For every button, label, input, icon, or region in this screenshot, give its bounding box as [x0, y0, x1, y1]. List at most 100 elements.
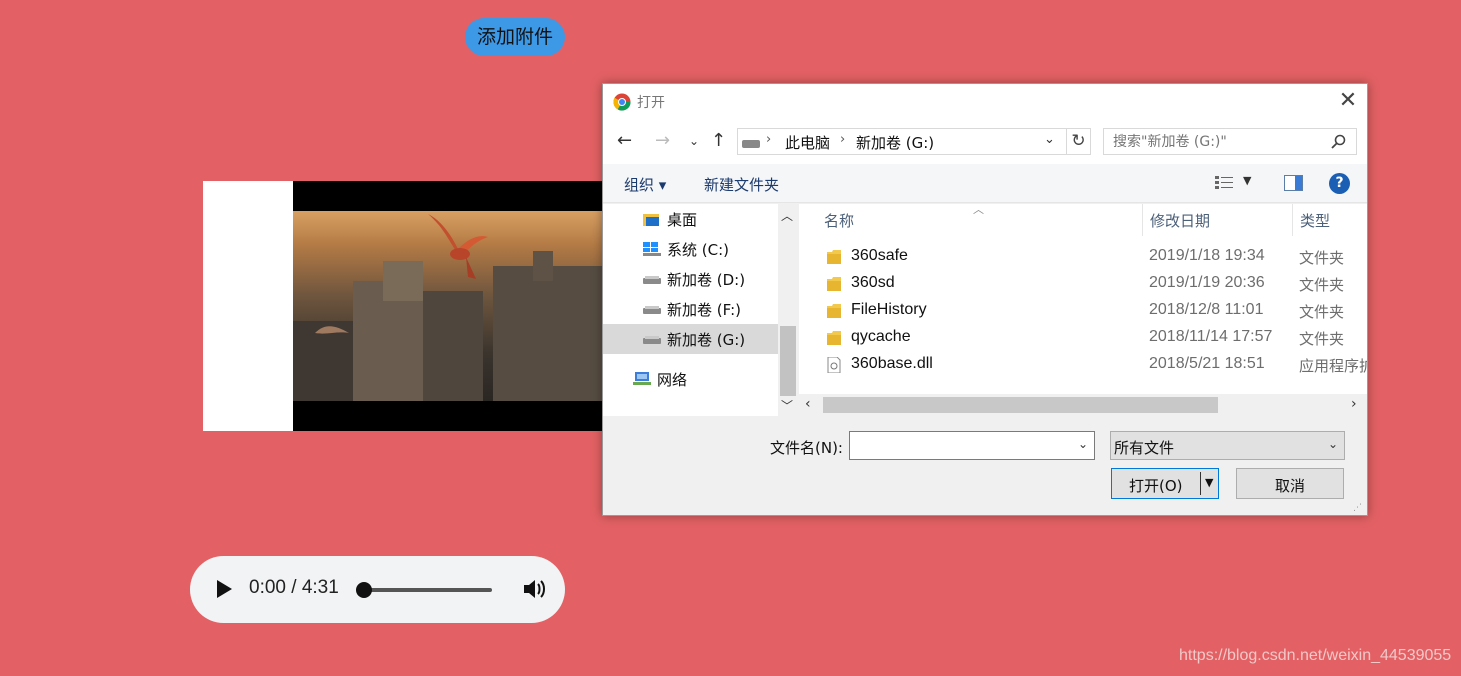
filename-dropdown-icon[interactable]: ⌄: [1078, 437, 1088, 451]
file-row[interactable]: 360sd 2019/1/19 20:36 文件夹: [799, 271, 1367, 298]
search-input[interactable]: [1103, 128, 1357, 155]
chrome-icon: [613, 93, 631, 111]
nav-item-drive-c[interactable]: 系统 (C:): [603, 234, 778, 264]
file-name: FileHistory: [851, 301, 927, 318]
file-row[interactable]: 360base.dll 2018/5/21 18:51 应用程序扩: [799, 352, 1367, 379]
nav-pane-scrollbar[interactable]: ︿ ﹀: [778, 204, 798, 416]
scroll-down-icon[interactable]: ﹀: [781, 397, 793, 414]
file-type: 文件夹: [1299, 276, 1345, 294]
recent-locations-chevron-icon[interactable]: ⌄: [689, 134, 699, 148]
file-row[interactable]: qycache 2018/11/14 17:57 文件夹: [799, 325, 1367, 352]
nav-item-label: 桌面: [667, 211, 698, 229]
help-icon[interactable]: ?: [1329, 173, 1350, 194]
dialog-title: 打开: [637, 95, 665, 111]
audio-progress-thumb[interactable]: [356, 582, 372, 598]
file-name: 360safe: [851, 247, 908, 264]
open-options-dropdown-icon[interactable]: ▼: [1205, 476, 1213, 489]
video-container: [203, 181, 603, 431]
file-open-dialog: 打开 ✕ ← → ⌄ ↑ › 此电脑 › 新加卷 (G:) ⌄ ↻ 组织 ▾ 新…: [602, 83, 1368, 516]
nav-item-label: 系统 (C:): [667, 241, 729, 259]
organize-button[interactable]: 组织 ▾: [624, 174, 666, 195]
file-modified: 2018/12/8 11:01: [1149, 301, 1264, 318]
drive-icon: [643, 276, 661, 284]
audio-player: 0:00 / 4:31: [190, 556, 565, 623]
open-button-label: 打开(O): [1129, 477, 1183, 495]
file-list: ︿ 名称 修改日期 类型 360safe 2019/1/18 19:34 文件夹…: [799, 204, 1367, 394]
filetype-select[interactable]: 所有文件 ⌄: [1110, 431, 1345, 460]
file-list-hscrollbar[interactable]: ‹ ›: [799, 394, 1367, 416]
audio-time: 0:00 / 4:31: [249, 577, 339, 598]
address-bar[interactable]: › 此电脑 › 新加卷 (G:) ⌄: [737, 128, 1067, 155]
resize-grip-icon[interactable]: ⋰: [1353, 503, 1362, 513]
column-header-name[interactable]: 名称: [824, 210, 854, 231]
add-attachment-button[interactable]: 添加附件: [465, 18, 565, 56]
view-dropdown-icon[interactable]: ▼: [1243, 174, 1251, 187]
sort-ascending-icon: ︿: [973, 204, 984, 216]
file-row[interactable]: FileHistory 2018/12/8 11:01 文件夹: [799, 298, 1367, 325]
breadcrumb-this-pc[interactable]: 此电脑: [785, 132, 830, 153]
scroll-right-icon[interactable]: ›: [1351, 396, 1357, 412]
bird-figure: [428, 214, 488, 279]
cancel-button[interactable]: 取消: [1236, 468, 1344, 499]
nav-item-drive-f[interactable]: 新加卷 (F:): [603, 294, 778, 324]
volume-icon[interactable]: [521, 576, 547, 602]
back-arrow-icon[interactable]: ←: [617, 130, 632, 151]
up-arrow-icon[interactable]: ↑: [711, 130, 726, 151]
navigation-pane: 桌面 系统 (C:) 新加卷 (D:) 新加卷 (F:) 新加卷 (G:) 网络: [603, 204, 778, 416]
chevron-down-icon: ⌄: [1327, 437, 1338, 451]
nav-item-desktop[interactable]: 桌面: [603, 204, 778, 234]
address-dropdown-icon[interactable]: ⌄: [1044, 132, 1055, 147]
breadcrumb-chevron-icon[interactable]: ›: [766, 132, 771, 147]
breadcrumb-drive-g[interactable]: 新加卷 (G:): [856, 132, 934, 153]
file-name: 360sd: [851, 274, 895, 291]
drive-icon: [742, 140, 760, 148]
scrollbar-thumb[interactable]: [780, 326, 796, 396]
scrollbar-thumb[interactable]: [823, 397, 1218, 413]
drive-icon: [643, 336, 661, 344]
folder-icon: [827, 277, 841, 291]
nav-item-label: 新加卷 (F:): [667, 301, 741, 319]
file-name: qycache: [851, 328, 911, 345]
search-icon[interactable]: [1330, 134, 1346, 150]
nav-item-drive-d[interactable]: 新加卷 (D:): [603, 264, 778, 294]
drive-icon: [643, 306, 661, 314]
file-type: 文件夹: [1299, 303, 1345, 321]
dialog-titlebar: 打开 ✕: [603, 84, 1367, 120]
filename-field[interactable]: ⌄: [849, 431, 1095, 460]
file-modified: 2019/1/18 19:34: [1149, 247, 1265, 264]
file-type: 应用程序扩: [1299, 357, 1367, 375]
video-player[interactable]: [293, 181, 603, 431]
audio-progress-track[interactable]: [362, 588, 492, 592]
nav-item-label: 网络: [657, 371, 688, 389]
view-options-icon[interactable]: [1215, 175, 1233, 191]
column-header-type[interactable]: 类型: [1300, 210, 1330, 231]
nav-item-drive-g[interactable]: 新加卷 (G:): [603, 324, 778, 354]
file-modified: 2018/5/21 18:51: [1149, 355, 1265, 372]
folder-icon: [827, 304, 841, 318]
scroll-left-icon[interactable]: ‹: [805, 396, 811, 412]
preview-pane-icon[interactable]: [1284, 175, 1303, 191]
scroll-up-icon[interactable]: ︿: [781, 207, 793, 224]
close-icon[interactable]: ✕: [1338, 90, 1358, 112]
file-name: 360base.dll: [851, 355, 933, 372]
file-row[interactable]: 360safe 2019/1/18 19:34 文件夹: [799, 244, 1367, 271]
forward-arrow-icon[interactable]: →: [655, 130, 670, 151]
file-type: 文件夹: [1299, 330, 1345, 348]
play-icon[interactable]: [217, 580, 232, 598]
breadcrumb-chevron-icon[interactable]: ›: [840, 132, 845, 147]
nav-item-label: 新加卷 (D:): [667, 271, 746, 289]
refresh-icon[interactable]: ↻: [1067, 128, 1091, 155]
column-header-modified[interactable]: 修改日期: [1150, 210, 1210, 231]
folder-icon: [827, 250, 841, 264]
file-modified: 2018/11/14 17:57: [1149, 328, 1273, 345]
open-button[interactable]: 打开(O) ▼: [1111, 468, 1219, 499]
network-icon: [633, 372, 651, 385]
video-frame: [293, 211, 603, 401]
dialog-navbar: ← → ⌄ ↑ › 此电脑 › 新加卷 (G:) ⌄ ↻: [603, 120, 1367, 164]
dll-file-icon: [827, 357, 841, 373]
nav-item-network[interactable]: 网络: [603, 364, 778, 394]
cancel-button-label: 取消: [1275, 477, 1306, 495]
new-folder-button[interactable]: 新建文件夹: [704, 174, 779, 195]
dialog-toolbar: 组织 ▾ 新建文件夹 ▼ ?: [603, 164, 1367, 203]
file-type: 文件夹: [1299, 249, 1345, 267]
